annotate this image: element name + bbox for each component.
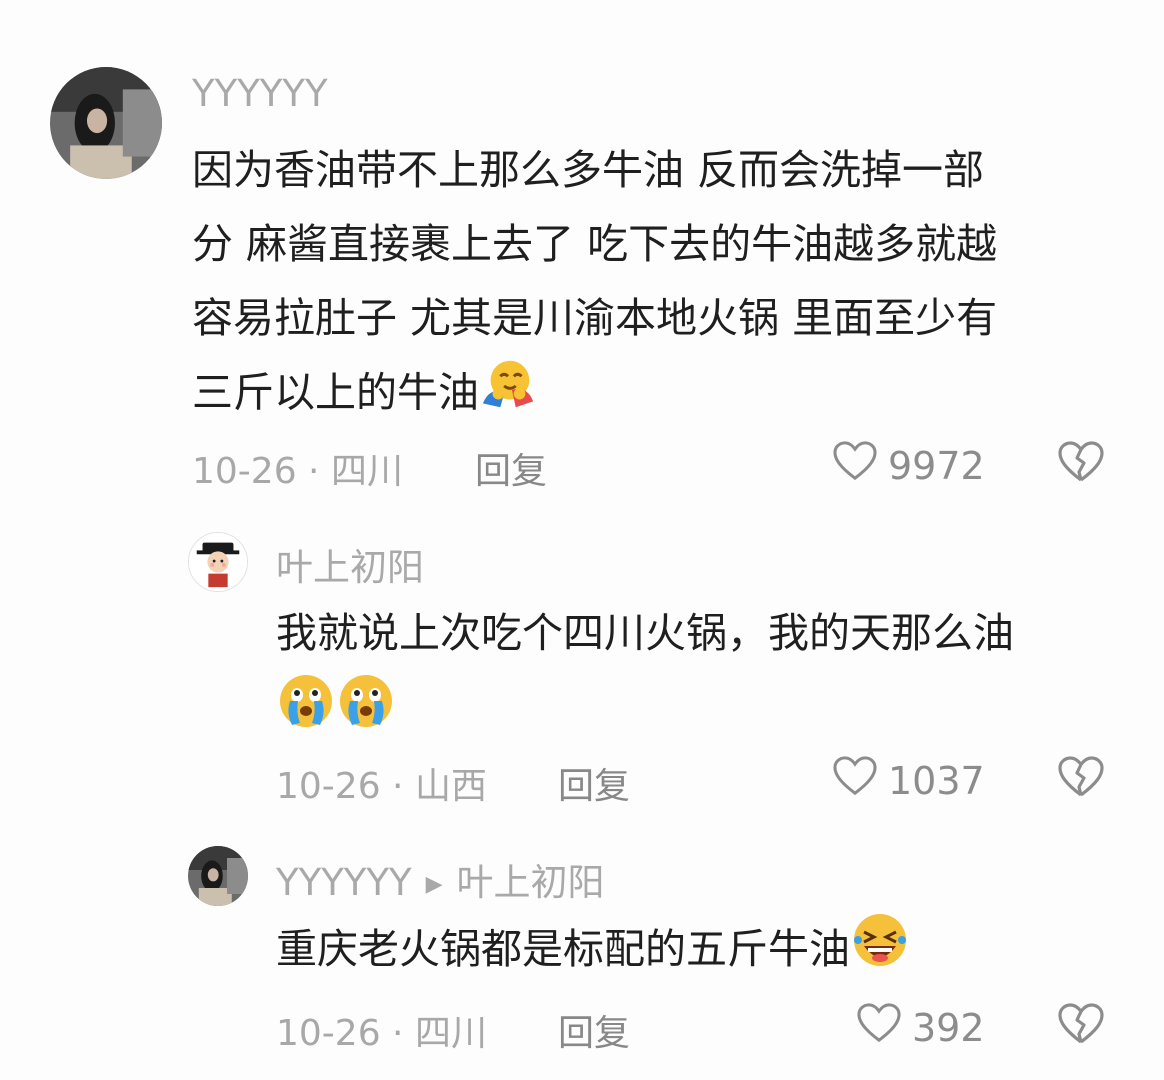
like-count: 392 [912,1005,985,1050]
comment-line: 三斤以上的牛油 [192,355,1132,436]
like-count: 1037 [888,758,985,803]
comment-text: 我就说上次吃个四川火锅，我的天那么油 [276,595,1136,747]
comment-line: 我就说上次吃个四川火锅，我的天那么油 [276,609,1014,657]
like-button[interactable]: 1037 [832,755,985,806]
comment-line-text: 三斤以上的牛油 [192,368,479,417]
reply-arrow-icon: ▶ [425,872,443,897]
broken-heart-icon [1057,1003,1105,1050]
comment-2: 叶上初阳 我就说上次吃个四川火锅，我的天那么油 10-26 · 山西 回复 10… [0,510,1164,830]
reply-button[interactable]: 回复 [475,442,547,494]
comment-line: 容易拉肚子 尤其是川渝本地火锅 里面至少有 [192,294,998,342]
username[interactable]: YYYYYY [192,72,328,115]
avatar[interactable] [188,532,248,592]
heart-icon [832,440,888,491]
like-button[interactable]: 392 [856,1002,985,1053]
dislike-button[interactable] [1057,1002,1105,1046]
reply-to-username[interactable]: 叶上初阳 [457,861,605,904]
comment-text: 重庆老火锅都是标配的五斤牛油 [276,910,1136,994]
heart-icon [832,755,888,806]
comment-1: YYYYYY 因为香油带不上那么多牛油 反而会洗掉一部 分 麻酱直接裹上去了 吃… [0,0,1164,510]
reply-button[interactable]: 回复 [558,1004,630,1056]
username-row: YYYYYY ▶ 叶上初阳 [276,852,605,906]
comment-3: YYYYYY ▶ 叶上初阳 重庆老火锅都是标配的五斤牛油 10-26 · 四川 回复… [0,830,1164,1080]
like-button[interactable]: 9972 [832,440,985,491]
dislike-button[interactable] [1057,755,1105,799]
comment-line: 分 麻酱直接裹上去了 吃下去的牛油越多就越 [192,220,998,268]
comment-meta: 10-26 · 四川 [276,1013,487,1054]
laughing-crying-emoji-icon [850,910,910,994]
comment-line: 因为香油带不上那么多牛油 反而会洗掉一部 [192,146,985,194]
like-count: 9972 [888,443,985,488]
reply-button[interactable]: 回复 [558,757,630,809]
broken-heart-icon [1057,756,1105,803]
comment-meta: 10-26 · 四川 [192,451,403,492]
avatar[interactable] [188,846,248,906]
dislike-button[interactable] [1057,440,1105,484]
broken-heart-icon [1057,441,1105,488]
username[interactable]: YYYYYY [276,861,412,904]
heart-icon [856,1002,912,1053]
hug-emoji-icon [479,355,537,436]
comment-line-text: 重庆老火锅都是标配的五斤牛油 [276,925,850,973]
comment-text: 因为香油带不上那么多牛油 反而会洗掉一部 分 麻酱直接裹上去了 吃下去的牛油越多… [192,133,1132,436]
avatar[interactable] [50,67,162,179]
crying-emoji-icon [276,671,336,755]
crying-emoji-icon [336,671,396,755]
comment-line: 重庆老火锅都是标配的五斤牛油 [276,910,1136,994]
comment-meta: 10-26 · 山西 [276,766,487,807]
emoji-line [276,671,1136,747]
username[interactable]: 叶上初阳 [276,537,424,591]
